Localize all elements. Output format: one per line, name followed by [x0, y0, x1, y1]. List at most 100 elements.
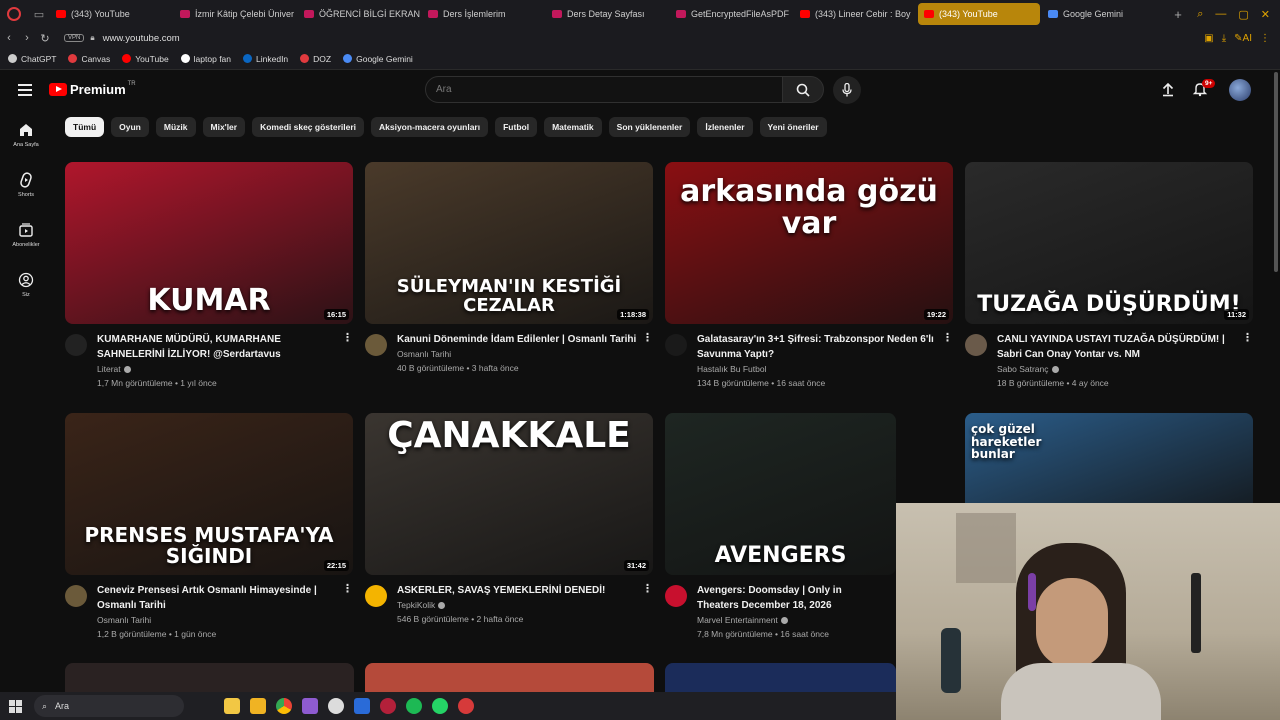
video-card[interactable]: çok güzel hareketler bunlar [965, 413, 1253, 503]
spotify-icon[interactable] [406, 698, 422, 714]
filter-chip[interactable]: Yeni öneriler [759, 117, 827, 137]
video-thumbnail-partial[interactable] [665, 663, 896, 692]
app-icon[interactable] [328, 698, 344, 714]
sidebar-item[interactable]: Siz [0, 260, 52, 310]
video-title[interactable]: Avengers: Doomsday | Only in Theaters De… [697, 583, 880, 613]
video-card[interactable]: TUZAĞA DÜŞÜRDÜM! 11:32 CANLI YAYINDA USTAY… [965, 162, 1253, 388]
video-card[interactable]: PRENSES MUSTAFA'YA SIĞINDI 22:15 Ceneviz P… [65, 413, 353, 639]
video-title[interactable]: ASKERLER, SAVAŞ YEMEKLERİNİ DENEDİ! [397, 583, 637, 598]
browser-tab[interactable]: Google Gemini [1042, 3, 1164, 25]
browser-tab[interactable]: (343) Lineer Cebir : Boy [794, 3, 916, 25]
video-thumbnail[interactable]: AVENGERS [665, 413, 896, 575]
channel-name[interactable]: TepkiKolik [397, 600, 637, 610]
filter-chip[interactable]: Oyun [111, 117, 149, 137]
scrollbar-thumb[interactable] [1274, 72, 1278, 272]
bookmark-item[interactable]: ChatGPT [8, 54, 56, 64]
filter-chip[interactable]: Mix'ler [202, 117, 246, 137]
close-icon[interactable]: ✕ [1261, 8, 1270, 21]
opera-icon[interactable] [380, 698, 396, 714]
back-icon[interactable]: ‹ [0, 32, 18, 44]
channel-avatar[interactable] [365, 585, 387, 607]
video-thumbnail[interactable]: SÜLEYMAN'IN KESTİĞİ CEZALAR 1:18:38 [365, 162, 653, 324]
channel-name[interactable]: Literat [97, 364, 337, 374]
filter-chip[interactable]: Müzik [155, 117, 196, 137]
search-input[interactable] [426, 77, 782, 102]
bookmark-item[interactable]: YouTube [122, 54, 169, 64]
maximize-icon[interactable]: ▢ [1238, 8, 1248, 21]
channel-avatar[interactable] [365, 334, 387, 356]
channel-name[interactable]: Osmanlı Tarihi [97, 615, 337, 625]
video-thumbnail[interactable]: TUZAĞA DÜŞÜRDÜM! 11:32 [965, 162, 1253, 324]
channel-avatar[interactable] [65, 585, 87, 607]
more-actions-icon[interactable]: ⋮ [942, 333, 953, 344]
more-actions-icon[interactable]: ⋮ [642, 584, 653, 595]
video-title[interactable]: KUMARHANE MÜDÜRÜ, KUMARHANE SAHNELERİNİ … [97, 332, 337, 362]
url-field[interactable]: www.youtube.com [103, 33, 180, 44]
video-thumbnail-partial[interactable] [365, 663, 654, 692]
ai-button[interactable]: ✎AI [1234, 33, 1252, 44]
bookmark-item[interactable]: Google Gemini [343, 54, 413, 64]
video-thumbnail[interactable]: ÇANAKKALE 31:42 [365, 413, 653, 575]
menu-icon[interactable]: ⋮ [1260, 33, 1270, 44]
video-card[interactable]: KUMAR 16:15 KUMARHANE MÜDÜRÜ, KUMARHANE SA… [65, 162, 353, 388]
whatsapp-icon[interactable] [432, 698, 448, 714]
more-actions-icon[interactable]: ⋮ [342, 584, 353, 595]
more-actions-icon[interactable]: ⋮ [1242, 333, 1253, 344]
azure-icon[interactable] [354, 698, 370, 714]
channel-name[interactable]: Marvel Entertainment [697, 615, 880, 625]
browser-tab[interactable]: GetEncryptedFileAsPDF [670, 3, 792, 25]
filter-chip[interactable]: Son yüklenenler [608, 117, 691, 137]
app-icon[interactable] [458, 698, 474, 714]
channel-name[interactable]: Hastalık Bu Futbol [697, 364, 937, 374]
bookmark-item[interactable]: laptop fan [180, 54, 231, 64]
video-title[interactable]: Ceneviz Prensesi Artık Osmanlı Himayesin… [97, 583, 337, 613]
start-button[interactable] [0, 699, 30, 713]
reload-icon[interactable]: ↻ [36, 32, 54, 45]
video-thumbnail[interactable]: arkasında gözü var 19:22 [665, 162, 953, 324]
file-explorer-icon[interactable] [250, 698, 266, 714]
video-thumbnail[interactable]: çok güzel hareketler bunlar [965, 413, 1253, 503]
video-thumbnail-partial[interactable] [65, 663, 354, 692]
wallet-icon[interactable]: ▣ [1204, 33, 1213, 44]
video-title[interactable]: CANLI YAYINDA USTAYI TUZAĞA DÜŞÜRDÜM! | … [997, 332, 1237, 362]
filter-chip[interactable]: İzlenenler [697, 117, 753, 137]
bookmark-item[interactable]: Canvas [68, 54, 110, 64]
sidebar-item[interactable]: Ana Sayfa [0, 110, 52, 160]
sidebar-item[interactable]: Abonelikler [0, 210, 52, 260]
filter-chip[interactable]: Komedi skeç gösterileri [252, 117, 364, 137]
guide-menu-icon[interactable] [18, 84, 32, 99]
video-title[interactable]: Kanuni Döneminde İdam Edilenler | Osmanl… [397, 332, 637, 347]
filter-chip[interactable]: Matematik [544, 117, 602, 137]
browser-tab[interactable]: (343) YouTube [918, 3, 1040, 25]
video-card[interactable]: arkasında gözü var 19:22 Galatasaray'ın 3+… [665, 162, 953, 388]
browser-tab[interactable]: ÖĞRENCİ BİLGİ EKRANI* [298, 3, 420, 25]
vpn-badge[interactable]: VPN [64, 34, 85, 42]
channel-avatar[interactable] [65, 334, 87, 356]
more-actions-icon[interactable]: ⋮ [342, 333, 353, 344]
search-tabs-icon[interactable]: ⌕ [1197, 8, 1203, 21]
minimize-icon[interactable]: — [1215, 8, 1226, 21]
browser-tab[interactable]: Ders Detay Sayfası [546, 3, 668, 25]
video-thumbnail[interactable]: KUMAR 16:15 [65, 162, 353, 324]
voice-search-button[interactable] [833, 76, 861, 104]
video-thumbnail[interactable]: PRENSES MUSTAFA'YA SIĞINDI 22:15 [65, 413, 353, 575]
browser-tab[interactable]: İzmir Kâtip Çelebi Üniver [174, 3, 296, 25]
bookmark-item[interactable]: DOZ [300, 54, 331, 64]
filter-chip[interactable]: Aksiyon-macera oyunları [371, 117, 489, 137]
tab-switcher-icon[interactable]: ▭ [28, 0, 50, 28]
visual-studio-icon[interactable] [302, 698, 318, 714]
sidebar-item[interactable]: Shorts [0, 160, 52, 210]
forward-icon[interactable]: › [18, 32, 36, 44]
more-actions-icon[interactable]: ⋮ [642, 333, 653, 344]
channel-name[interactable]: Sabo Satranç [997, 364, 1237, 374]
lock-icon[interactable]: 🔒︎ [90, 33, 94, 43]
bookmark-item[interactable]: LinkedIn [243, 54, 288, 64]
video-card[interactable]: ÇANAKKALE 31:42 ASKERLER, SAVAŞ YEMEKLERİN… [365, 413, 653, 624]
youtube-premium-logo[interactable]: Premium TR [49, 81, 136, 97]
channel-avatar[interactable] [965, 334, 987, 356]
download-icon[interactable]: ⤓ [1222, 33, 1226, 44]
chrome-icon[interactable] [276, 698, 292, 714]
taskbar-search[interactable]: ⌕ Ara [34, 695, 184, 717]
video-card[interactable]: AVENGERS Avengers: Doomsday | Only in The… [665, 413, 896, 639]
create-upload-button[interactable] [1160, 81, 1176, 102]
